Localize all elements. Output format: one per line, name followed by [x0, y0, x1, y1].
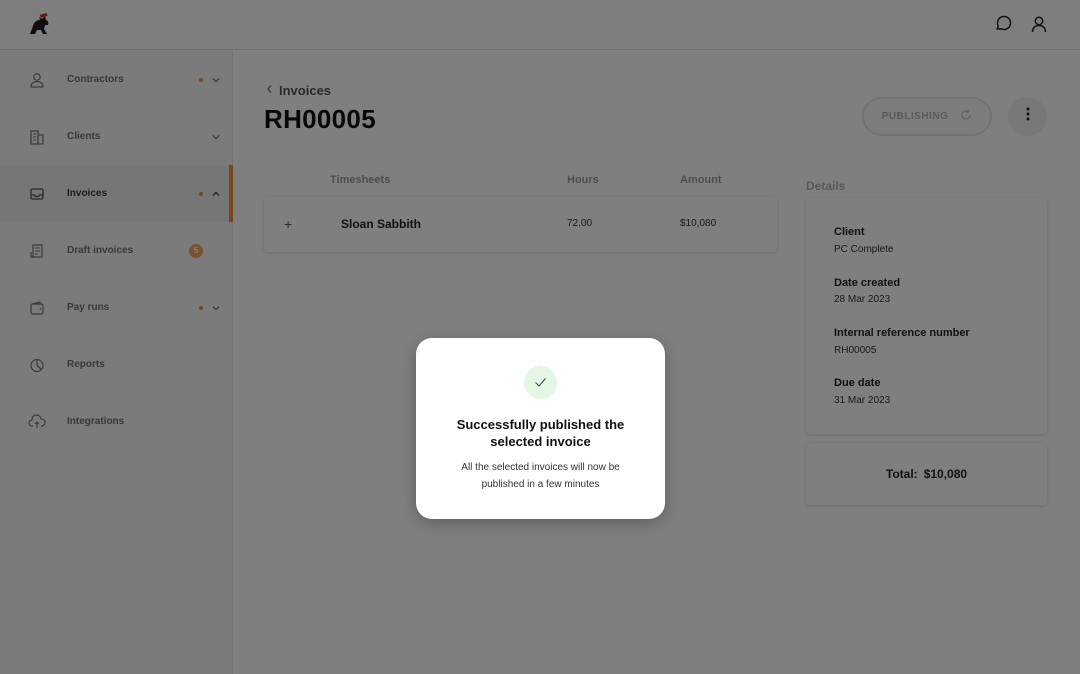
success-modal: Successfully published the selected invo…: [416, 338, 665, 519]
modal-title: Successfully published the selected invo…: [456, 417, 625, 449]
modal-message: All the selected invoices will now be pu…: [461, 462, 620, 490]
check-icon: [524, 366, 557, 399]
modal-backdrop[interactable]: [0, 0, 1080, 674]
